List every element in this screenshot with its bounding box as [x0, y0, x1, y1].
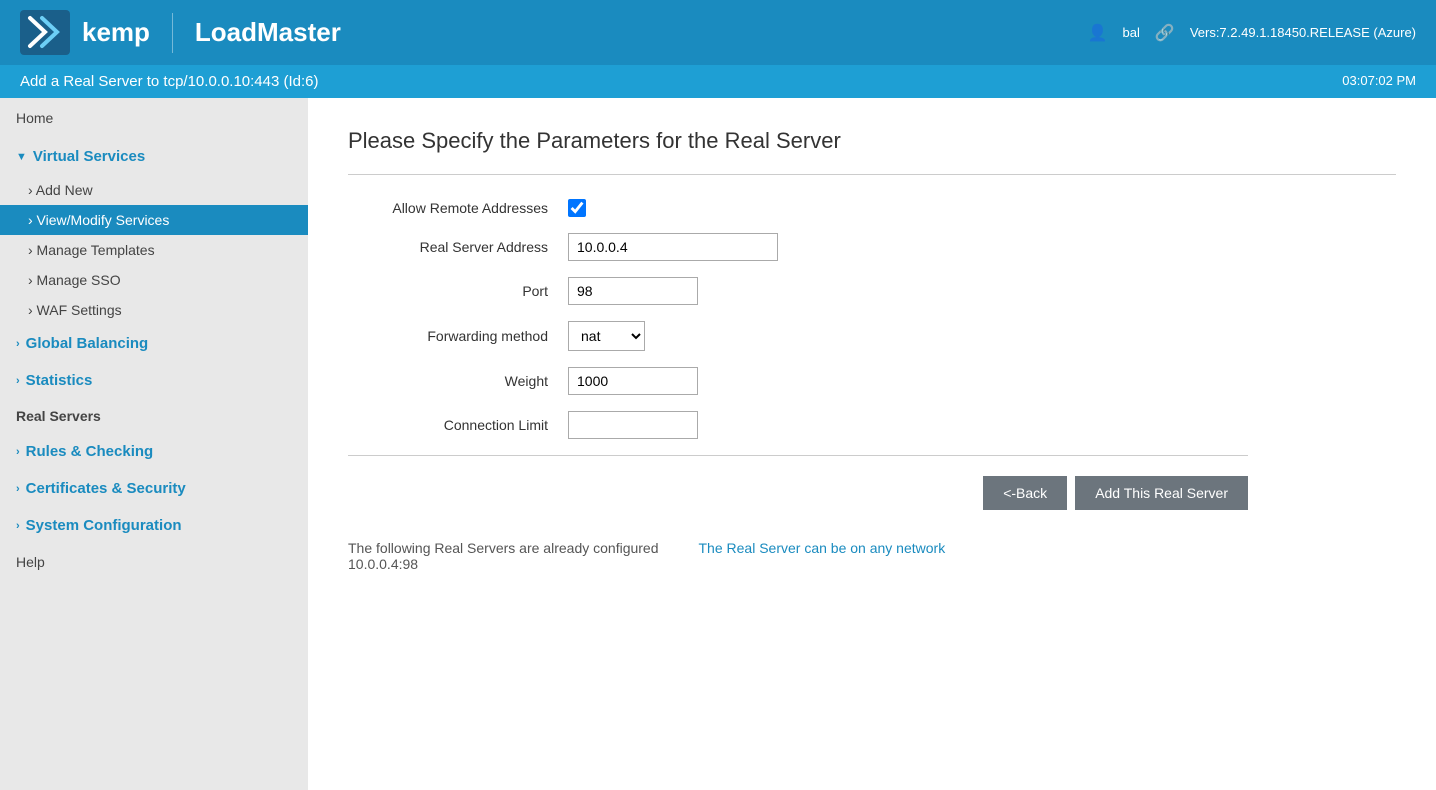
user-icon: 👤 — [1088, 23, 1108, 43]
section-label-system: System Configuration — [26, 517, 182, 534]
weight-row: Weight — [348, 367, 1396, 395]
page-subtitle: Add a Real Server to tcp/10.0.0.10:443 (… — [20, 73, 319, 90]
app-title: LoadMaster — [195, 17, 341, 48]
expand-arrow-rules: › — [16, 446, 20, 458]
sidebar-item-real-servers[interactable]: Real Servers — [0, 399, 308, 433]
network-info: The Real Server can be on any network — [699, 540, 946, 572]
share-icon: 🔗 — [1155, 23, 1175, 43]
expand-arrow-stats: › — [16, 375, 20, 387]
already-configured-info: The following Real Servers are already c… — [348, 540, 659, 572]
allow-remote-checkbox[interactable] — [568, 199, 586, 217]
section-label-rules: Rules & Checking — [26, 443, 154, 460]
current-time: 03:07:02 PM — [1342, 73, 1416, 90]
sidebar-section-system[interactable]: › System Configuration — [0, 507, 308, 544]
weight-control — [568, 367, 698, 395]
version: Vers:7.2.49.1.18450.RELEASE (Azure) — [1190, 25, 1416, 40]
header-subtitle-bar: Add a Real Server to tcp/10.0.0.10:443 (… — [0, 65, 1436, 98]
port-input[interactable] — [568, 277, 698, 305]
header-user-info: 👤 bal 🔗 Vers:7.2.49.1.18450.RELEASE (Azu… — [1088, 23, 1416, 43]
connection-limit-control — [568, 411, 698, 439]
sidebar-item-waf-settings[interactable]: › WAF Settings — [0, 295, 308, 325]
section-label-gb: Global Balancing — [26, 335, 149, 352]
brand-name: kemp — [82, 17, 150, 48]
page-title: Please Specify the Parameters for the Re… — [348, 128, 1396, 154]
connection-limit-row: Connection Limit — [348, 411, 1396, 439]
already-configured-label: The following Real Servers are already c… — [348, 540, 659, 556]
sidebar-section-virtual-services[interactable]: ▼ Virtual Services — [0, 138, 308, 175]
allow-remote-label: Allow Remote Addresses — [348, 200, 568, 216]
section-label: Virtual Services — [33, 148, 145, 165]
kemp-logo — [20, 10, 70, 55]
divider-bottom — [348, 455, 1248, 456]
sidebar-section-certs[interactable]: › Certificates & Security — [0, 470, 308, 507]
port-row: Port — [348, 277, 1396, 305]
header: kemp LoadMaster 👤 bal 🔗 Vers:7.2.49.1.18… — [0, 0, 1436, 98]
forwarding-method-row: Forwarding method nat route tunnel — [348, 321, 1396, 351]
sidebar-item-view-modify[interactable]: › View/Modify Services — [0, 205, 308, 235]
sidebar: Home ▼ Virtual Services › Add New › View… — [0, 98, 308, 790]
real-server-address-input[interactable] — [568, 233, 778, 261]
expand-arrow: ▼ — [16, 151, 27, 163]
sidebar-item-manage-sso[interactable]: › Manage SSO — [0, 265, 308, 295]
forwarding-method-control: nat route tunnel — [568, 321, 645, 351]
logo-area: kemp LoadMaster — [20, 10, 341, 55]
real-server-address-label: Real Server Address — [348, 239, 568, 255]
network-label: The Real Server can be on any network — [699, 540, 946, 556]
sidebar-item-home[interactable]: Home — [0, 98, 308, 138]
sidebar-item-add-new[interactable]: › Add New — [0, 175, 308, 205]
forwarding-method-label: Forwarding method — [348, 328, 568, 344]
info-row: The following Real Servers are already c… — [348, 540, 1396, 572]
section-label-certs: Certificates & Security — [26, 480, 186, 497]
button-row: <-Back Add This Real Server — [348, 476, 1248, 510]
sidebar-section-global-balancing[interactable]: › Global Balancing — [0, 325, 308, 362]
expand-arrow-system: › — [16, 520, 20, 532]
weight-input[interactable] — [568, 367, 698, 395]
expand-arrow-gb: › — [16, 338, 20, 350]
forwarding-method-select[interactable]: nat route tunnel — [568, 321, 645, 351]
divider-top — [348, 174, 1396, 175]
real-server-address-control — [568, 233, 778, 261]
real-server-address-row: Real Server Address — [348, 233, 1396, 261]
connection-limit-label: Connection Limit — [348, 417, 568, 433]
connection-limit-input[interactable] — [568, 411, 698, 439]
sidebar-section-rules[interactable]: › Rules & Checking — [0, 433, 308, 470]
sidebar-section-statistics[interactable]: › Statistics — [0, 362, 308, 399]
sidebar-item-help[interactable]: Help — [0, 544, 308, 580]
port-control — [568, 277, 698, 305]
allow-remote-row: Allow Remote Addresses — [348, 199, 1396, 217]
username: bal — [1123, 25, 1140, 40]
back-button[interactable]: <-Back — [983, 476, 1067, 510]
section-label-stats: Statistics — [26, 372, 93, 389]
sidebar-item-manage-templates[interactable]: › Manage Templates — [0, 235, 308, 265]
weight-label: Weight — [348, 373, 568, 389]
port-label: Port — [348, 283, 568, 299]
already-configured-value: 10.0.0.4:98 — [348, 556, 418, 572]
add-real-server-button[interactable]: Add This Real Server — [1075, 476, 1248, 510]
expand-arrow-certs: › — [16, 483, 20, 495]
main-content: Please Specify the Parameters for the Re… — [308, 98, 1436, 790]
